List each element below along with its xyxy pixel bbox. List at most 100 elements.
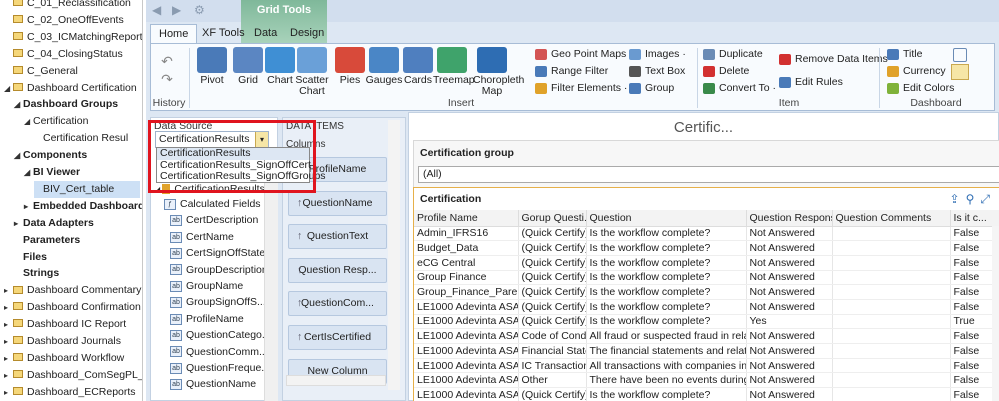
table-row[interactable]: eCG Central (Quick Certify) Is the workflo… xyxy=(414,255,999,271)
ribbon-button[interactable]: Edit Rules xyxy=(779,75,843,89)
dashboard-option-icon[interactable] xyxy=(953,48,967,62)
tree-item[interactable]: ▸ Dashboard Journals xyxy=(4,333,121,350)
table-row[interactable]: Admin_IFRS16 (Quick Certify) Is the workfl… xyxy=(414,226,999,242)
field-item[interactable]: ab QuestionFreque... xyxy=(170,360,270,377)
tree-item[interactable]: ▸ Embedded Dashboard xyxy=(24,198,142,215)
ribbon-button[interactable]: Filter Elements · xyxy=(535,81,627,95)
field-item[interactable]: ab CertDescription xyxy=(170,212,258,229)
ribbon-button[interactable]: Images · xyxy=(629,47,686,61)
tree-item[interactable]: ◢ Dashboard Certification xyxy=(4,80,137,97)
table-row[interactable]: LE1000 Adevinta ASA.B...(Quick Certify)I… xyxy=(414,314,999,330)
column-header[interactable]: Gorup Questi... xyxy=(518,210,587,227)
tree-item[interactable]: C_01_Reclassification xyxy=(4,0,131,12)
table-row[interactable]: LE1000 Adevinta ASA.C...IC TransactionsA… xyxy=(414,358,999,374)
data-item-pill[interactable]: ↑ CertIsCertified xyxy=(288,325,387,350)
field-item[interactable]: ab QuestionComm... xyxy=(170,344,268,361)
chevron-icon[interactable]: ▸ xyxy=(4,384,13,401)
insert-button[interactable]: Gauges xyxy=(365,47,403,86)
column-header[interactable]: Profile Name xyxy=(414,210,519,227)
back-icon[interactable]: ◀ xyxy=(152,3,161,17)
forward-icon[interactable]: ▶ xyxy=(172,3,181,17)
auto-update-icon[interactable] xyxy=(951,64,969,80)
ribbon-button[interactable]: Geo Point Maps · xyxy=(535,47,633,61)
field-item[interactable]: ab QuestionCatego... xyxy=(170,327,271,344)
insert-button[interactable]: Scatter Chart xyxy=(293,47,331,97)
tab-xf-tools[interactable]: XF Tools xyxy=(194,24,253,44)
tree-item[interactable]: ◢ Dashboard Groups xyxy=(14,96,118,113)
chevron-icon[interactable]: ◢ xyxy=(24,113,33,130)
column-header[interactable]: Question Comments xyxy=(832,210,951,227)
table-row[interactable]: Budget_Data (Quick Certify) Is the workflo… xyxy=(414,240,999,256)
ribbon-button[interactable]: Currency xyxy=(887,64,946,78)
insert-button[interactable]: Pivot xyxy=(193,47,231,86)
chevron-icon[interactable]: ▸ xyxy=(4,316,13,333)
insert-button[interactable]: Pies xyxy=(331,47,369,86)
field-item[interactable]: ab GroupSignOffS... xyxy=(170,294,266,311)
export-icon[interactable]: ⇪⚲⤢ xyxy=(950,192,996,207)
tree-item[interactable]: ▸ Dashboard IC Report xyxy=(4,316,126,333)
insert-button[interactable]: Treemap xyxy=(433,47,475,86)
tree-item[interactable]: ▸ Dashboard Workflow xyxy=(4,350,124,367)
tree-item[interactable]: C_General xyxy=(4,63,78,80)
ribbon-button[interactable]: Title xyxy=(887,47,922,61)
horizontal-scrollbar[interactable] xyxy=(286,375,386,386)
chevron-icon[interactable]: ▸ xyxy=(4,282,13,299)
data-item-pill[interactable]: ↑ QuestionText xyxy=(288,224,387,250)
scrollbar[interactable] xyxy=(388,120,400,390)
tree-item[interactable]: ◢ BI Viewer xyxy=(24,164,80,181)
table-row[interactable]: LE1000 Adevinta ASA.C...Financial State.… xyxy=(414,343,999,359)
tree-item[interactable]: C_02_OneOffEvents xyxy=(4,12,124,29)
chevron-icon[interactable]: ▸ xyxy=(4,350,13,367)
table-row[interactable]: Group Finance (Quick Certify) Is the workf… xyxy=(414,270,999,286)
tree-item[interactable]: ▸ Dashboard_ComSegPL_Mark xyxy=(4,367,142,384)
field-item[interactable]: ab ProfileName xyxy=(170,311,244,328)
tab-data[interactable]: Data xyxy=(246,24,285,44)
data-item-pill[interactable]: ↑ Question Resp... xyxy=(288,257,387,283)
field-item[interactable]: ab QuestionName xyxy=(170,376,256,393)
chevron-icon[interactable]: ◢ xyxy=(4,80,13,97)
tree-item[interactable]: ▸ Data Adapters xyxy=(14,215,94,232)
insert-button[interactable]: Choropleth Map xyxy=(473,47,524,97)
ribbon-button[interactable]: Range Filter xyxy=(535,64,608,78)
field-item[interactable]: ab GroupName xyxy=(170,278,243,295)
table-row[interactable]: LE1000 Adevinta ASA (Quick Certify) Is the… xyxy=(414,299,999,315)
insert-button[interactable]: Cards xyxy=(399,47,437,86)
tree-item[interactable]: ▸ Dashboard_ECReports xyxy=(4,384,136,401)
field-item[interactable]: ab CertName xyxy=(170,229,234,246)
ribbon-button[interactable]: Group xyxy=(629,81,674,95)
tree-item[interactable]: BIV_Cert_table xyxy=(34,180,141,198)
tree-item[interactable]: Files xyxy=(14,249,47,266)
ribbon-button[interactable]: Edit Colors xyxy=(887,81,954,95)
chevron-icon[interactable]: ▸ xyxy=(24,198,33,215)
ribbon-button[interactable]: Delete xyxy=(703,64,749,78)
tree-item[interactable]: ◢ Certification xyxy=(24,113,88,130)
tree-item[interactable]: Parameters xyxy=(14,232,80,249)
data-item-pill[interactable]: ↑ QuestionName xyxy=(288,190,387,216)
tab-home[interactable]: Home xyxy=(150,24,198,44)
column-header[interactable]: Question xyxy=(586,210,747,227)
field-item[interactable]: ƒ Calculated Fields xyxy=(164,196,261,213)
column-header[interactable]: Is it c... xyxy=(950,210,999,227)
chevron-icon[interactable]: ◢ xyxy=(14,147,23,164)
ribbon-button[interactable]: Remove Data Items xyxy=(779,52,888,66)
chevron-icon[interactable]: ▸ xyxy=(4,333,13,350)
tree-item[interactable]: C_03_ICMatchingReport xyxy=(4,29,142,46)
chevron-icon[interactable]: ▸ xyxy=(4,367,13,384)
chevron-icon[interactable]: ▸ xyxy=(14,215,23,232)
field-item[interactable]: ab CertSignOffState xyxy=(170,245,265,262)
table-row[interactable]: LE1000 Adevinta ASA.F...(Quick Certify)I… xyxy=(414,387,999,401)
field-item[interactable]: ab GroupDescription xyxy=(170,262,268,279)
ribbon-button[interactable]: Text Box xyxy=(629,64,685,78)
tab-design[interactable]: Design xyxy=(282,24,332,44)
ribbon-button[interactable]: Duplicate xyxy=(703,47,763,61)
chevron-icon[interactable]: ◢ xyxy=(24,164,33,181)
tree-icon[interactable]: ⚙ xyxy=(194,3,205,17)
chevron-icon[interactable]: ◢ xyxy=(14,96,23,113)
tree-item[interactable]: Strings xyxy=(14,265,59,282)
undo-icon[interactable]: ↶ ↷ xyxy=(155,52,179,88)
table-row[interactable]: Group_Finance_Parent (Quick Certify) Is th… xyxy=(414,284,999,300)
tree-item[interactable]: ▸ Dashboard Confirmation xyxy=(4,299,141,316)
scrollbar[interactable] xyxy=(992,226,999,401)
group-filter-combo[interactable]: (All) xyxy=(418,166,999,183)
chevron-icon[interactable]: ▸ xyxy=(4,299,13,316)
